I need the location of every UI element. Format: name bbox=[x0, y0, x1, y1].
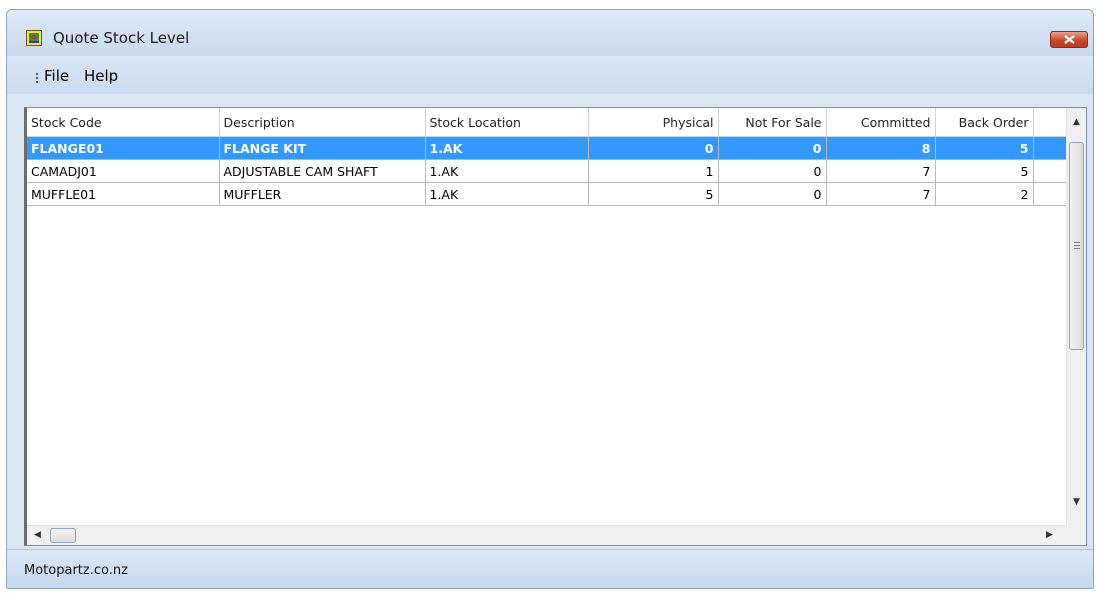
table-row[interactable]: FLANGE01 FLANGE KIT 1.AK 0 0 8 5 bbox=[27, 136, 1067, 160]
cell-stock-code[interactable]: FLANGE01 bbox=[27, 136, 220, 160]
scroll-down-arrow-icon[interactable]: ▼ bbox=[1073, 498, 1080, 507]
header-committed[interactable]: Committed bbox=[826, 108, 936, 137]
header-physical[interactable]: Physical bbox=[588, 108, 719, 137]
stock-grid[interactable]: Stock Code Description Stock Location Ph… bbox=[24, 107, 1087, 546]
cell-stock-location[interactable]: 1.AK bbox=[425, 159, 589, 183]
table-row[interactable]: CAMADJ01 ADJUSTABLE CAM SHAFT 1.AK 1 0 7… bbox=[27, 159, 1067, 183]
window-title: Quote Stock Level bbox=[53, 29, 190, 47]
cell-physical[interactable]: 5 bbox=[588, 182, 719, 206]
table-row[interactable]: MUFFLE01 MUFFLER 1.AK 5 0 7 2 bbox=[27, 182, 1067, 206]
scroll-left-arrow-icon[interactable]: ◀ bbox=[34, 531, 41, 540]
header-not-for-sale[interactable]: Not For Sale bbox=[718, 108, 827, 137]
scroll-right-arrow-icon[interactable]: ▶ bbox=[1046, 531, 1053, 540]
thumb-grip-icon bbox=[1074, 242, 1080, 251]
header-stock-code[interactable]: Stock Code bbox=[27, 108, 220, 137]
cell-back-order[interactable]: 5 bbox=[935, 159, 1034, 183]
cell-description[interactable]: ADJUSTABLE CAM SHAFT bbox=[219, 159, 426, 183]
menu-file[interactable]: File bbox=[44, 67, 69, 85]
cell-filler bbox=[1033, 182, 1067, 206]
close-icon bbox=[1064, 35, 1075, 44]
menu-grip-icon[interactable] bbox=[36, 73, 39, 87]
header-filler bbox=[1033, 108, 1067, 137]
cell-not-for-sale[interactable]: 0 bbox=[718, 136, 827, 160]
cell-not-for-sale[interactable]: 0 bbox=[718, 182, 827, 206]
cell-committed[interactable]: 7 bbox=[826, 182, 936, 206]
cell-description[interactable]: FLANGE KIT bbox=[219, 136, 426, 160]
header-stock-location[interactable]: Stock Location bbox=[425, 108, 589, 137]
menu-bar: File Help bbox=[7, 56, 1093, 94]
menu-help[interactable]: Help bbox=[84, 67, 118, 85]
vertical-scrollbar[interactable]: ▲ ▼ bbox=[1066, 108, 1086, 545]
status-bar: Motopartz.co.nz bbox=[7, 549, 1093, 588]
cell-committed[interactable]: 8 bbox=[826, 136, 936, 160]
cell-not-for-sale[interactable]: 0 bbox=[718, 159, 827, 183]
horizontal-scroll-thumb[interactable] bbox=[50, 528, 76, 543]
header-row: Stock Code Description Stock Location Ph… bbox=[27, 108, 1067, 137]
stock-table: Stock Code Description Stock Location Ph… bbox=[27, 108, 1067, 206]
status-text: Motopartz.co.nz bbox=[24, 563, 128, 578]
cell-committed[interactable]: 7 bbox=[826, 159, 936, 183]
cell-stock-location[interactable]: 1.AK bbox=[425, 136, 589, 160]
cell-back-order[interactable]: 5 bbox=[935, 136, 1034, 160]
cell-physical[interactable]: 1 bbox=[588, 159, 719, 183]
cell-filler bbox=[1033, 136, 1067, 160]
header-back-order[interactable]: Back Order bbox=[935, 108, 1034, 137]
cell-physical[interactable]: 0 bbox=[588, 136, 719, 160]
cell-stock-location[interactable]: 1.AK bbox=[425, 182, 589, 206]
app-icon bbox=[26, 30, 42, 46]
header-description[interactable]: Description bbox=[219, 108, 426, 137]
cell-stock-code[interactable]: MUFFLE01 bbox=[27, 182, 220, 206]
cell-description[interactable]: MUFFLER bbox=[219, 182, 426, 206]
quote-stock-level-window: Quote Stock Level File Help Stock Code D… bbox=[6, 9, 1094, 589]
horizontal-scrollbar[interactable]: ◀ ▶ bbox=[27, 525, 1067, 545]
cell-back-order[interactable]: 2 bbox=[935, 182, 1034, 206]
close-button[interactable] bbox=[1050, 31, 1088, 48]
cell-filler bbox=[1033, 159, 1067, 183]
vertical-scroll-thumb[interactable] bbox=[1069, 142, 1084, 350]
scroll-up-arrow-icon[interactable]: ▲ bbox=[1073, 118, 1080, 127]
cell-stock-code[interactable]: CAMADJ01 bbox=[27, 159, 220, 183]
title-bar[interactable]: Quote Stock Level bbox=[7, 10, 1093, 56]
